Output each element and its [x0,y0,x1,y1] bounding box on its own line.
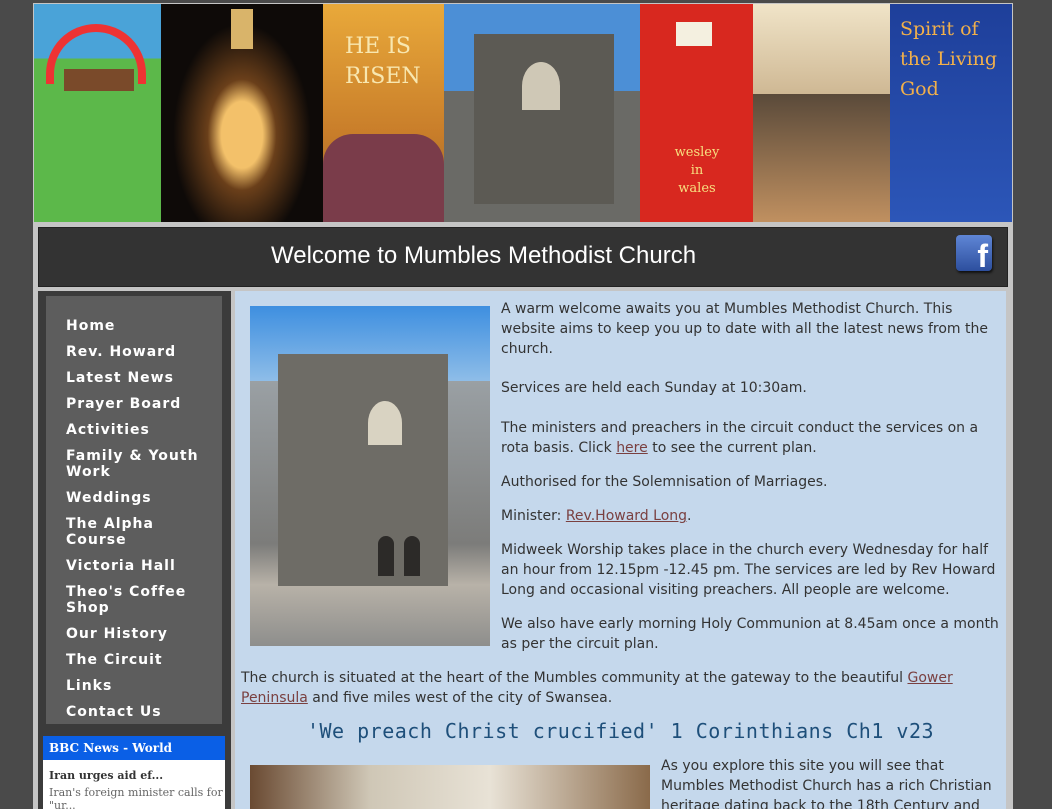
nav-item-victoria-hall[interactable]: Victoria Hall [66,558,216,574]
nav-item-weddings[interactable]: Weddings [66,490,216,506]
church-photo [250,306,490,646]
title-bar: Welcome to Mumbles Methodist Church f [38,227,1008,287]
nav-item-our-history[interactable]: Our History [66,626,216,642]
bbc-news-summary: Iran's foreign minister calls for "ur... [49,786,223,809]
banner-ark-panel [34,4,161,222]
ministers-paragraph: The ministers and preachers in the circu… [501,418,1001,458]
bbc-news-widget: BBC News - World Iran urges aid ef... Ir… [43,736,225,809]
header-banner: HE IS RISEN wesley in wales Spirit of th… [34,4,1012,222]
banner-spirit-text: Spirit of the Living God [900,18,998,100]
banner-congregation-panel [753,4,890,222]
banner-doorway-panel [161,4,323,222]
services-paragraph: Services are held each Sunday at 10:30am… [501,380,807,396]
welcome-paragraph: A warm welcome awaits you at Mumbles Met… [501,301,988,357]
facebook-icon[interactable]: f [956,235,992,274]
banner-wesley-text: wesley in wales [674,145,720,196]
scripture-quote: 'We preach Christ crucified' 1 Corinthia… [306,719,935,743]
minister-label: Minister: [501,508,566,524]
sidebar: Home Rev. Howard Latest News Prayer Boar… [38,291,231,809]
nav-item-home[interactable]: Home [66,318,216,334]
nav-item-activities[interactable]: Activities [66,422,216,438]
nav-item-rev-howard[interactable]: Rev. Howard [66,344,216,360]
location-paragraph: The church is situated at the heart of t… [241,668,1001,708]
page-title: Welcome to Mumbles Methodist Church [271,242,697,269]
plan-link[interactable]: here [616,440,648,456]
nav-item-circuit[interactable]: The Circuit [66,652,216,668]
nav-item-prayer-board[interactable]: Prayer Board [66,396,216,412]
banner-spirit-panel: Spirit of the Living God [890,4,1012,222]
church-interior-photo [250,765,650,809]
communion-paragraph: We also have early morning Holy Communio… [501,616,999,652]
minister-end: . [687,508,692,524]
location-text: The church is situated at the heart of t… [241,670,908,686]
nav-item-links[interactable]: Links [66,678,216,694]
midweek-paragraph: Midweek Worship takes place in the churc… [501,542,996,598]
nav-item-alpha-course[interactable]: The Alpha Course [66,516,216,548]
nav-menu: Home Rev. Howard Latest News Prayer Boar… [46,296,222,724]
nav-item-contact-us[interactable]: Contact Us [66,704,216,720]
banner-risen-panel: HE IS RISEN [323,4,444,222]
main-content: A warm welcome awaits you at Mumbles Met… [235,291,1006,809]
banner-risen-text: HE IS RISEN [345,34,421,89]
bbc-news-header[interactable]: BBC News - World [43,736,225,760]
banner-church-panel [444,4,640,222]
ministers-text-end: to see the current plan. [647,440,817,456]
page: HE IS RISEN wesley in wales Spirit of th… [33,3,1013,809]
nav-item-coffee-shop[interactable]: Theo's Coffee Shop [66,584,216,616]
nav-item-family-youth-work[interactable]: Family & Youth Work [66,448,216,480]
banner-wesley-panel: wesley in wales [640,4,753,222]
bbc-news-headline[interactable]: Iran urges aid ef... [43,760,225,782]
location-text-end: and five miles west of the city of Swans… [307,690,613,706]
heritage-paragraph: As you explore this site you will see th… [661,758,992,809]
nav-item-latest-news[interactable]: Latest News [66,370,216,386]
minister-link[interactable]: Rev.Howard Long [566,508,687,524]
marriages-paragraph: Authorised for the Solemnisation of Marr… [501,474,828,490]
minister-paragraph: Minister: Rev.Howard Long. [501,506,1001,526]
